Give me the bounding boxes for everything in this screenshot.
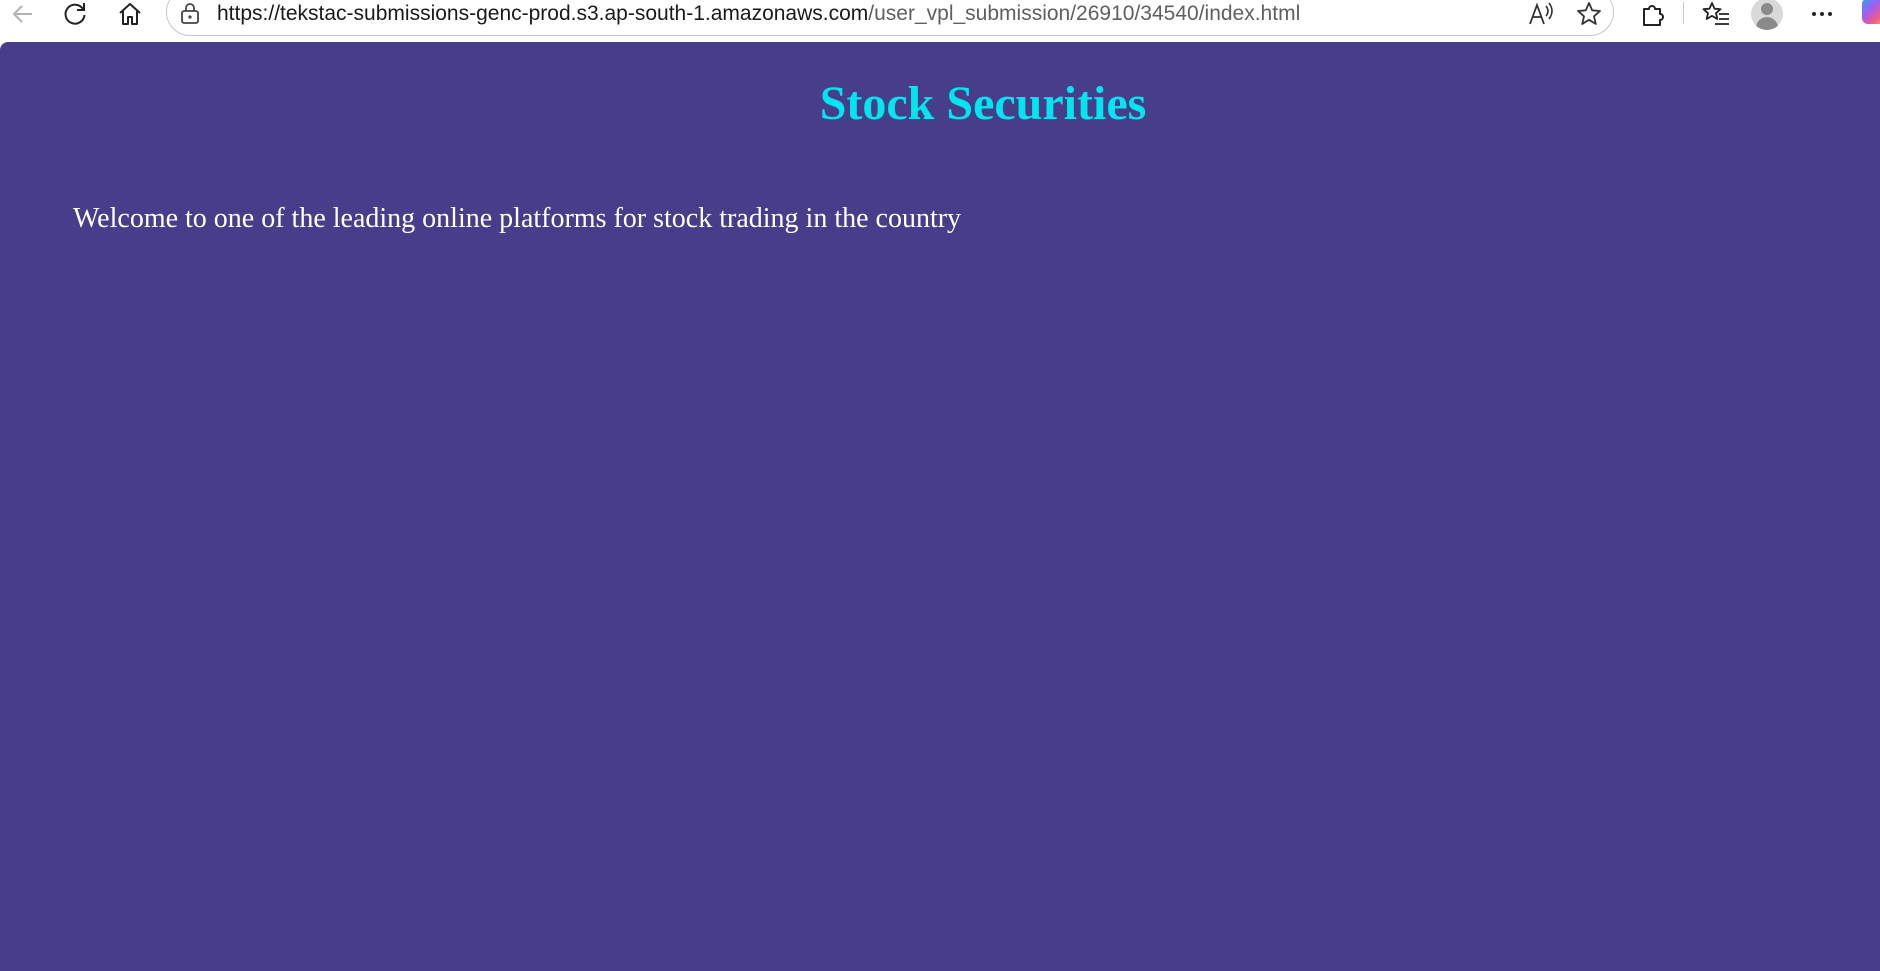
address-url[interactable]: https://tekstac-submissions-genc-prod.s3… [217,0,1300,28]
lock-icon[interactable] [178,0,202,26]
toolbar-divider [1683,2,1684,24]
avatar-head [1761,3,1773,15]
page-title: Stock Securities [819,77,1147,130]
copilot-icon[interactable] [1862,0,1880,24]
back-arrow-icon[interactable] [8,0,38,28]
page-content: Stock Securities Welcome to one of the l… [0,42,1880,971]
welcome-text: Welcome to one of the leading online pla… [73,203,962,234]
browser-toolbar: https://tekstac-submissions-genc-prod.s3… [0,0,1880,42]
puzzle-icon[interactable] [1638,0,1668,28]
avatar[interactable] [1751,0,1783,30]
favorites-list-icon[interactable] [1701,0,1731,28]
star-icon[interactable] [1574,0,1604,28]
home-icon[interactable] [115,0,145,28]
more-dots-icon[interactable] [1807,0,1837,28]
url-path: /user_vpl_submission/26910/34540/index.h… [868,2,1301,25]
read-aloud-icon[interactable] [1526,0,1556,28]
url-host: https://tekstac-submissions-genc-prod.s3… [217,2,869,25]
refresh-icon[interactable] [60,0,90,28]
avatar-body [1756,17,1778,30]
